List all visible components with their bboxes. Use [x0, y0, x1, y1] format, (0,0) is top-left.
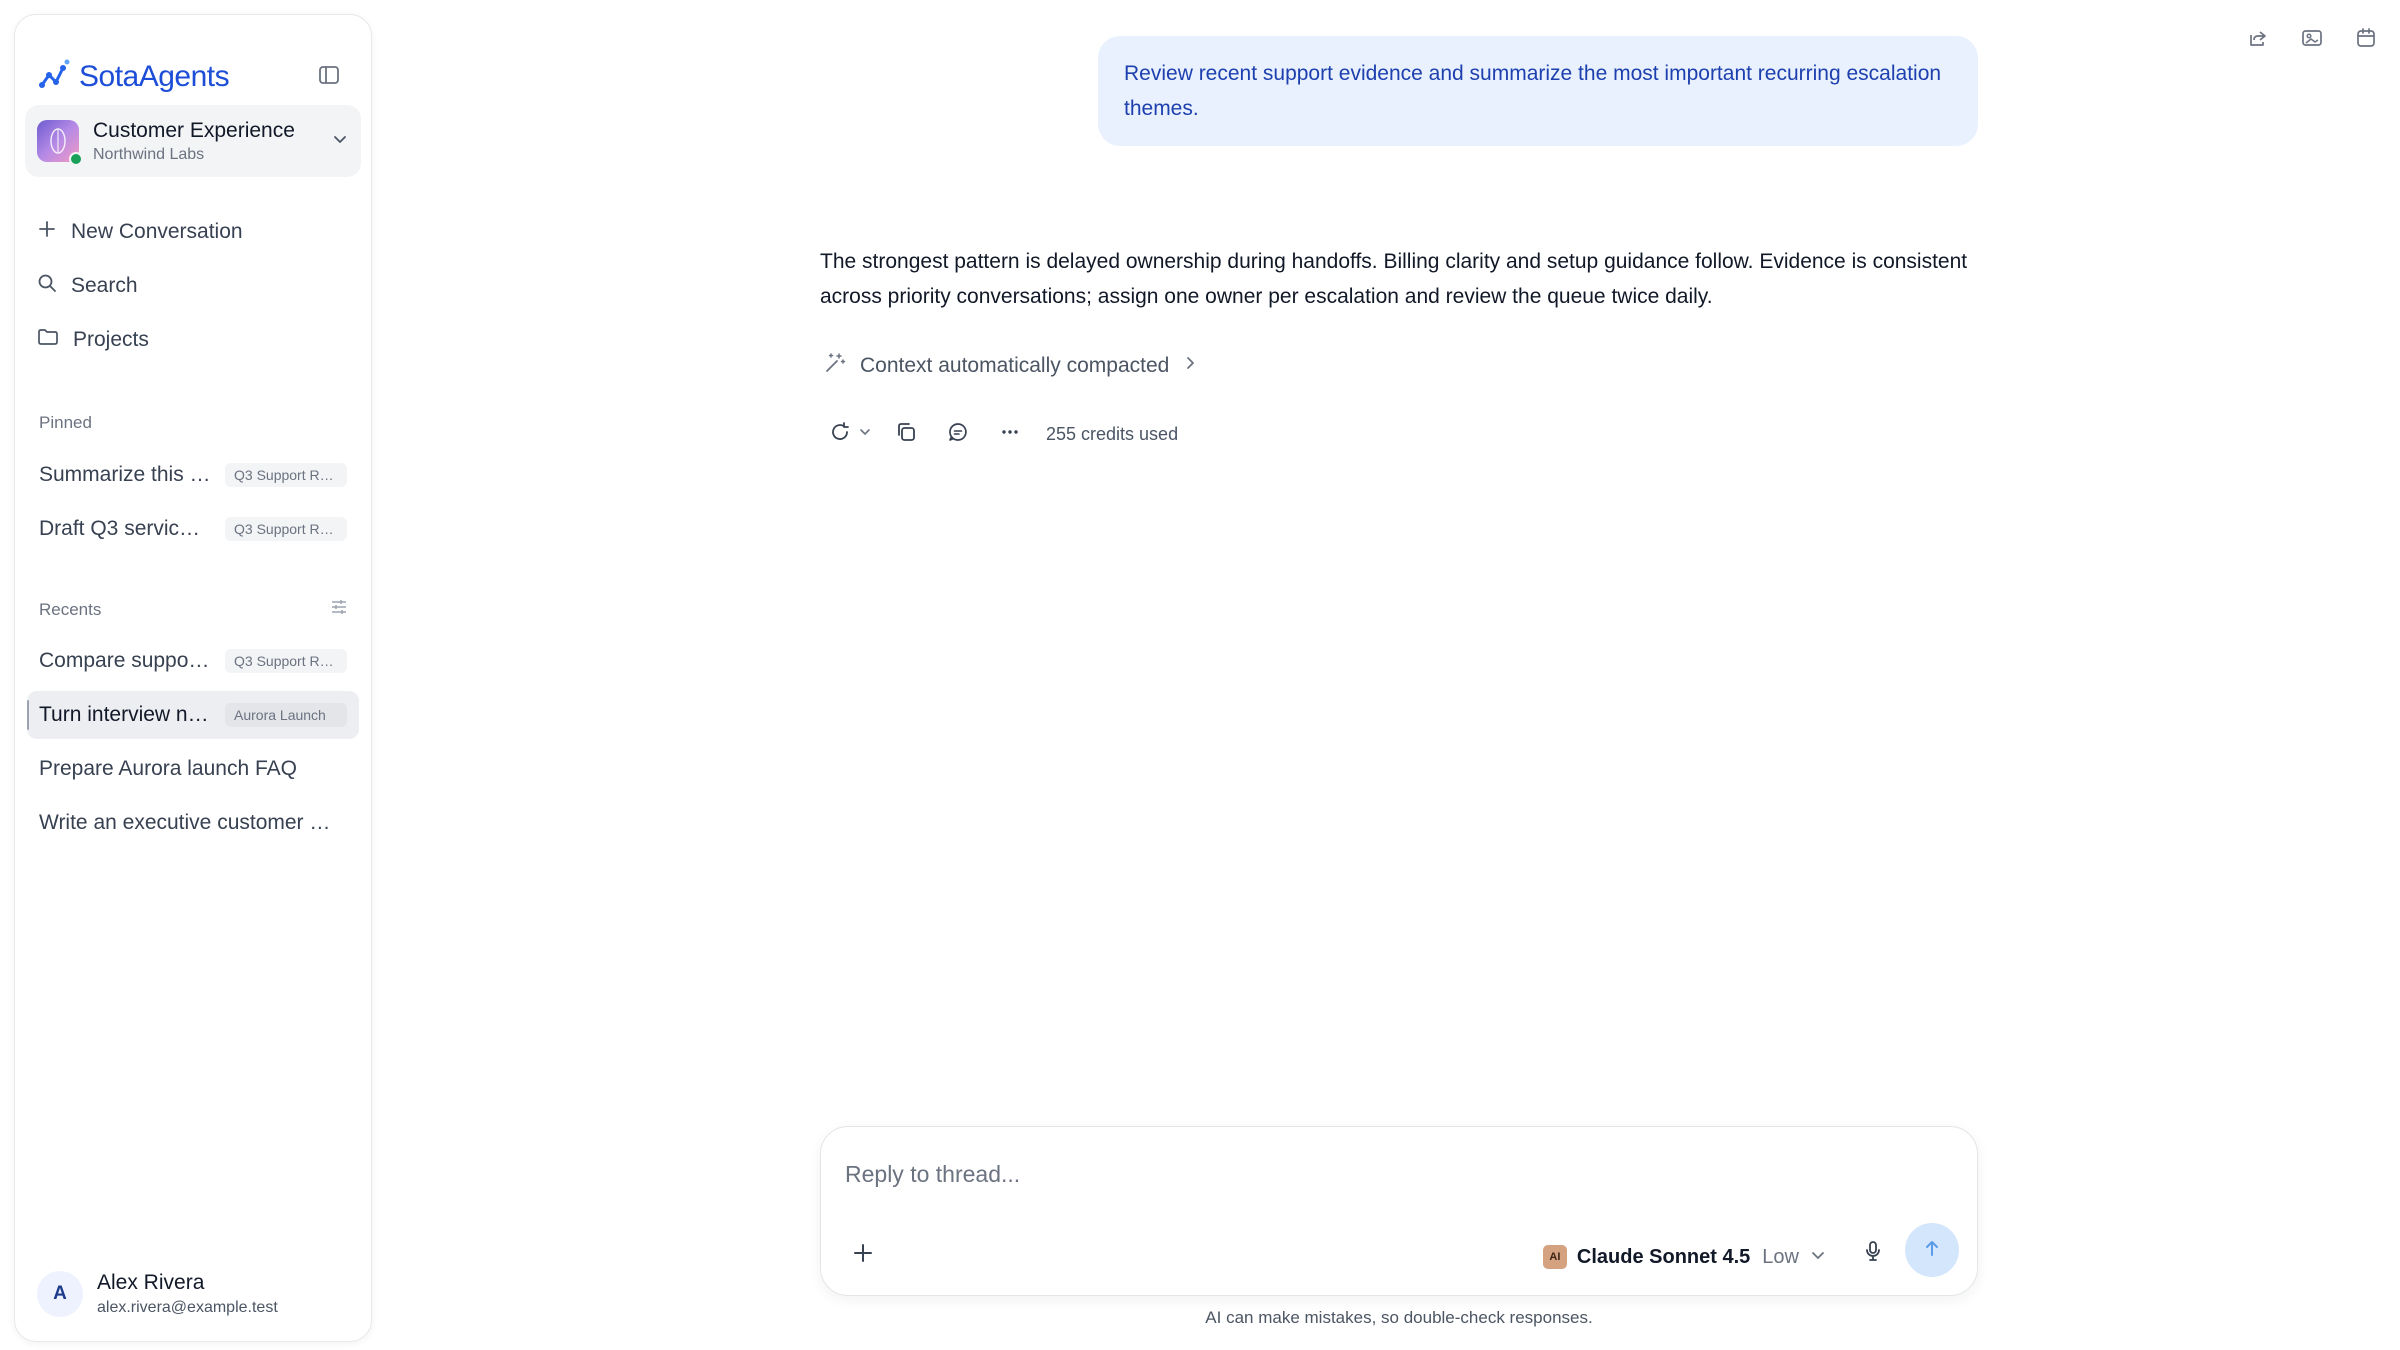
online-status-dot [69, 152, 83, 166]
share-icon [2246, 26, 2270, 55]
filter-recents-button[interactable] [321, 591, 357, 627]
anthropic-icon: AI [1542, 1245, 1567, 1269]
calendar-button[interactable] [2346, 20, 2386, 60]
pinned-item[interactable]: Draft Q3 service update Q3 Support Revie… [27, 505, 359, 553]
user-profile[interactable]: A Alex Rivera alex.rivera@example.test [37, 1271, 278, 1317]
assistant-message: The strongest pattern is delayed ownersh… [820, 250, 1968, 308]
chevron-right-icon [1181, 354, 1199, 378]
new-conversation-label: New Conversation [71, 220, 243, 243]
brand-name: SotaAgents [79, 60, 230, 93]
plus-icon [851, 1241, 875, 1270]
plus-icon [37, 219, 57, 245]
workspace-name: Customer Experience [93, 118, 295, 142]
more-horizontal-icon [998, 420, 1022, 449]
user-name: Alex Rivera [97, 1271, 205, 1294]
send-button[interactable] [1905, 1223, 1959, 1277]
conversation-title: Turn interview notes into insights [39, 703, 211, 726]
refresh-icon [828, 420, 852, 449]
workspace-avatar [37, 120, 83, 166]
folder-icon [37, 327, 59, 353]
brand-logo[interactable]: SotaAgents [37, 58, 230, 97]
conversation-title: Prepare Aurora launch FAQ [39, 757, 297, 780]
recent-item[interactable]: Prepare Aurora launch FAQ [27, 745, 359, 793]
workspace-org: Northwind Labs [93, 146, 205, 164]
ai-disclaimer: AI can make mistakes, so double-check re… [1205, 1308, 1593, 1327]
feedback-button[interactable] [940, 416, 976, 452]
context-compacted-label: Context automatically compacted [860, 354, 1170, 377]
user-avatar: A [37, 1271, 83, 1317]
chevron-down-icon [858, 425, 872, 444]
conversation-title: Write an executive customer summary [39, 811, 339, 834]
search-label: Search [71, 274, 138, 297]
brand-row: SotaAgents [37, 47, 349, 107]
conversation-title: Compare support trends [39, 649, 211, 672]
primary-nav: New Conversation Search Projects [35, 205, 355, 367]
media-button[interactable] [2292, 20, 2332, 60]
sliders-icon [329, 597, 349, 622]
microphone-icon [1861, 1239, 1885, 1268]
new-conversation-button[interactable]: New Conversation [35, 205, 355, 259]
user-email: alex.rivera@example.test [97, 1299, 278, 1316]
model-name: Claude Sonnet 4.5 [1576, 1245, 1751, 1268]
pinned-section-label: Pinned [39, 413, 92, 432]
recent-item-active[interactable]: Turn interview notes into insights Auror… [27, 691, 359, 739]
conversation-title: Summarize this account handoff [39, 463, 211, 486]
magic-wand-icon [822, 350, 848, 382]
recents-section-label: Recents [39, 600, 102, 619]
top-actions [2238, 20, 2386, 60]
credits-used: 255 credits used [1046, 423, 1179, 444]
user-message-bubble: Review recent support evidence and summa… [1098, 36, 1978, 146]
arrow-up-icon [1921, 1237, 1943, 1264]
voice-input-button[interactable] [1853, 1233, 1893, 1273]
projects-button[interactable]: Projects [35, 313, 355, 367]
reply-input[interactable] [845, 1149, 1945, 1199]
message-actions: 255 credits used [828, 416, 1178, 452]
model-effort: Low [1762, 1245, 1799, 1268]
workspace-switcher[interactable]: Customer Experience Northwind Labs [25, 105, 361, 177]
composer: AI Claude Sonnet 4.5 Low [820, 1126, 1978, 1296]
project-tag: Aurora Launch [225, 703, 347, 727]
chevron-down-icon [1809, 1246, 1827, 1269]
project-tag: Q3 Support Review [225, 517, 347, 541]
more-options-button[interactable] [992, 416, 1028, 452]
model-selector[interactable]: AI Claude Sonnet 4.5 Low [1542, 1245, 1827, 1269]
calendar-icon [2354, 26, 2378, 55]
sota-logo-icon [37, 58, 71, 97]
attach-button[interactable] [841, 1233, 885, 1277]
project-tag: Q3 Support Review [225, 463, 347, 487]
search-icon [37, 273, 57, 299]
comment-icon [946, 420, 970, 449]
copy-button[interactable] [888, 416, 924, 452]
recent-item[interactable]: Compare support trends Q3 Support Review [27, 637, 359, 685]
recent-item[interactable]: Write an executive customer summary [27, 799, 359, 847]
conversation-title: Draft Q3 service update [39, 517, 211, 540]
regenerate-button[interactable] [828, 416, 872, 452]
sidebar: SotaAgents Customer Experience Northwind… [14, 14, 372, 1342]
search-button[interactable]: Search [35, 259, 355, 313]
pinned-item[interactable]: Summarize this account handoff Q3 Suppor… [27, 451, 359, 499]
toggle-sidebar-button[interactable] [309, 57, 349, 97]
image-icon [2300, 26, 2324, 55]
project-tag: Q3 Support Review [225, 649, 347, 673]
context-compacted-notice[interactable]: Context automatically compacted [822, 350, 1199, 382]
chevron-down-icon [331, 130, 349, 153]
copy-icon [894, 420, 918, 449]
sidebar-panel-icon [318, 64, 340, 91]
projects-label: Projects [73, 328, 149, 351]
share-button[interactable] [2238, 20, 2278, 60]
